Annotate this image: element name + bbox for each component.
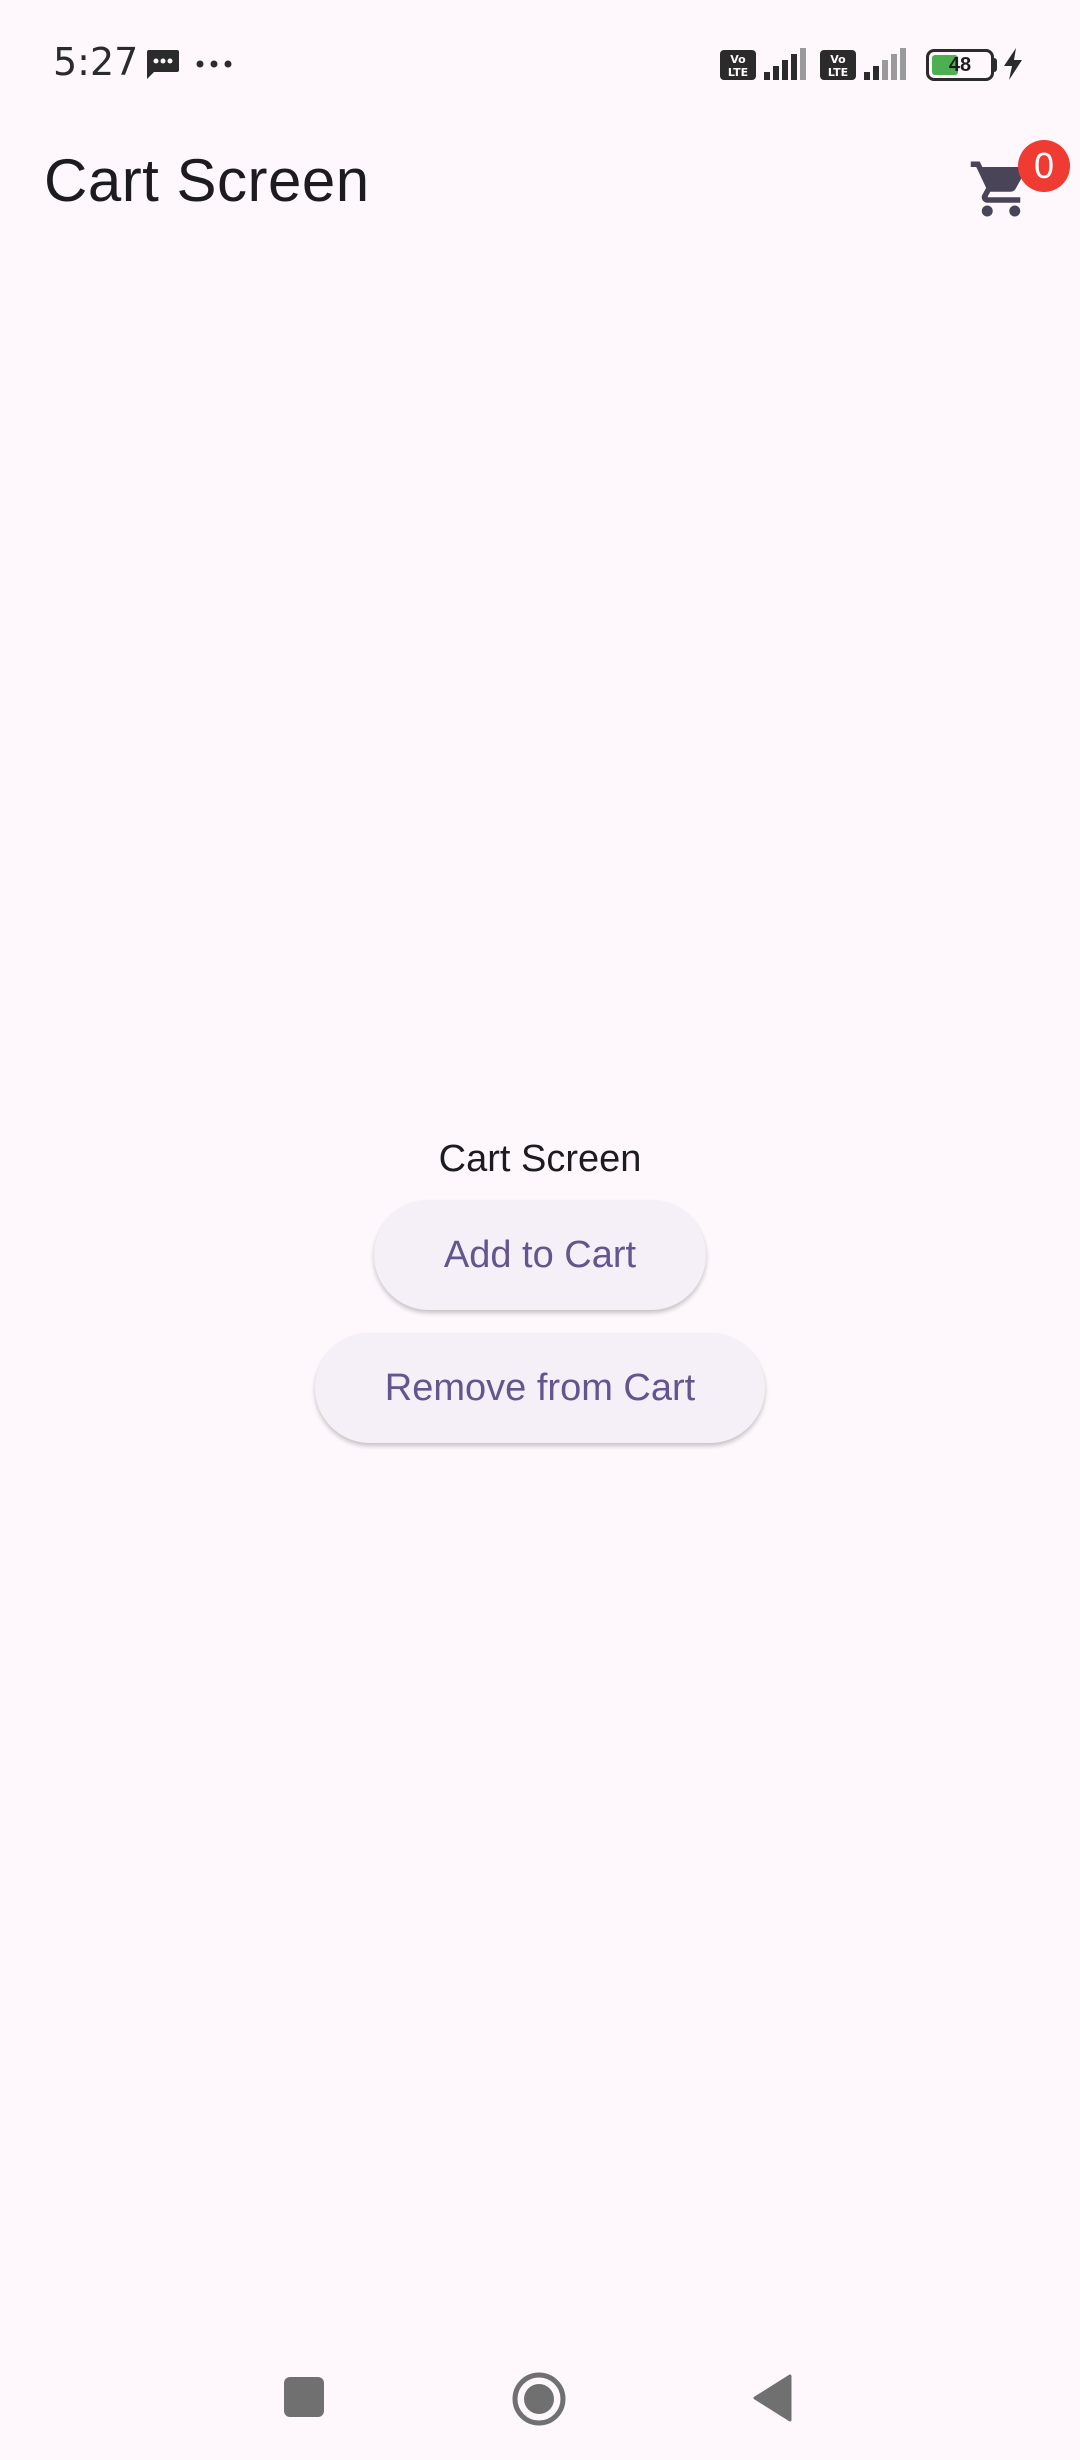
svg-text:LTE: LTE <box>828 66 848 79</box>
more-dots-icon <box>196 60 232 68</box>
status-time: 5:27 <box>53 40 139 84</box>
battery-level: 48 <box>948 54 972 76</box>
signal-icon <box>764 48 806 80</box>
home-circle-icon[interactable] <box>511 2371 567 2427</box>
back-triangle-icon[interactable] <box>752 2374 792 2422</box>
volte-icon: Vo LTE <box>820 50 856 80</box>
remove-from-cart-button[interactable]: Remove from Cart <box>315 1333 765 1443</box>
message-icon <box>147 50 179 79</box>
charging-bolt-icon <box>1004 48 1022 80</box>
navigation-bar <box>0 2340 1080 2460</box>
page-title: Cart Screen <box>44 147 370 214</box>
signal-icon <box>864 48 906 80</box>
cart-screen: 5:27 Vo LTE Vo LTE 48 Cart Screen 0 Cart… <box>0 0 1080 2460</box>
app-bar: Cart Screen 0 <box>0 130 1080 230</box>
cart-button[interactable]: 0 <box>960 140 1070 230</box>
volte-icon: Vo LTE <box>720 50 756 80</box>
cart-count-badge: 0 <box>1018 140 1070 192</box>
status-bar: 5:27 Vo LTE Vo LTE 48 <box>0 0 1080 130</box>
svg-text:LTE: LTE <box>728 66 748 79</box>
recents-square-icon[interactable] <box>284 2377 324 2417</box>
svg-text:Vo: Vo <box>830 53 846 66</box>
content-label: Cart Screen <box>438 1138 642 1180</box>
add-to-cart-button[interactable]: Add to Cart <box>374 1200 706 1310</box>
svg-text:Vo: Vo <box>730 53 746 66</box>
